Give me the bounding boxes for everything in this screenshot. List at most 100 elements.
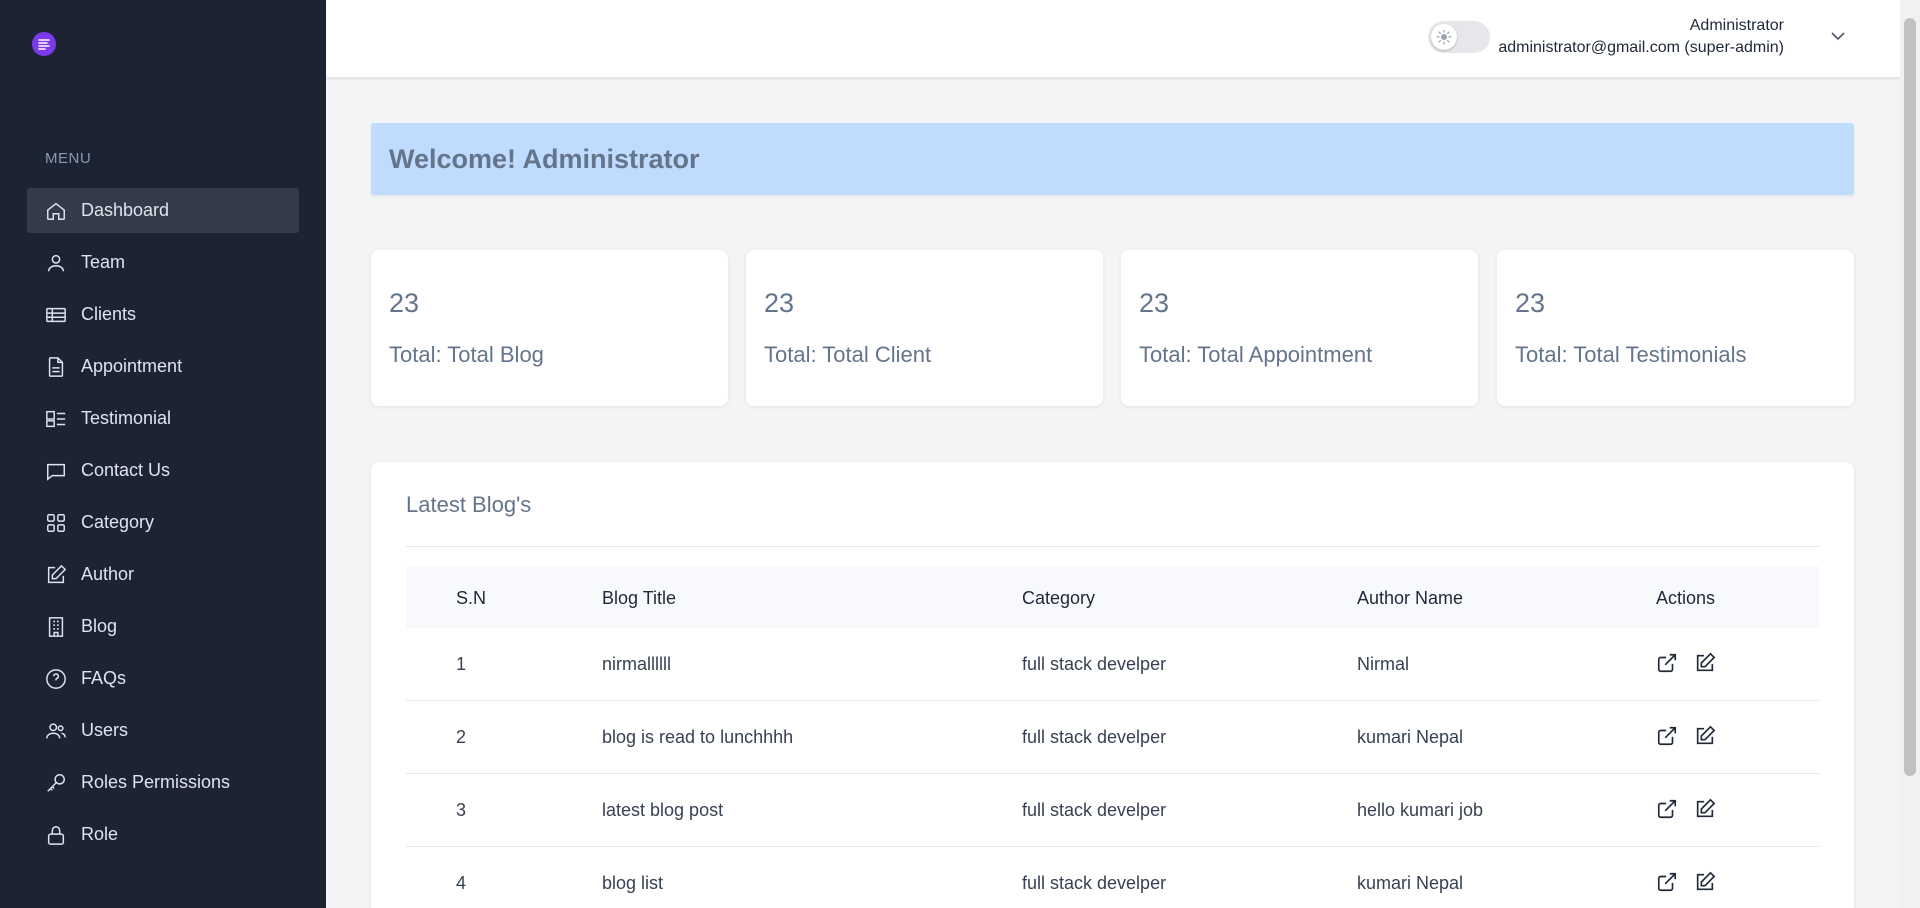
stat-card-appointment: 23 Total: Total Appointment — [1121, 250, 1478, 406]
user-name[interactable]: Administrator — [1690, 17, 1784, 35]
cell-category: full stack develper — [1022, 727, 1167, 747]
sidebar-item-role[interactable]: Role — [27, 812, 299, 857]
grid-icon — [47, 513, 65, 532]
panel-title: Latest Blog's — [406, 492, 532, 517]
cell-author: Nirmal — [1357, 654, 1409, 674]
sidebar-item-label: FAQs — [81, 668, 127, 688]
stat-label: Total: Total Client — [764, 342, 932, 367]
stat-label: Total: Total Blog — [389, 342, 544, 367]
user-icon — [47, 254, 65, 271]
chat-icon — [47, 463, 65, 481]
cell-category: full stack develper — [1022, 873, 1167, 893]
lock-icon — [47, 825, 65, 845]
sidebar-item-label: Contact Us — [81, 460, 171, 480]
chevron-down-icon[interactable] — [1828, 26, 1848, 46]
latest-blogs-panel: Latest Blog's S.N Blog Title Category Au… — [371, 462, 1854, 908]
sun-icon — [1436, 29, 1452, 45]
sidebar: MENU Dashboard Team Clients Appointment … — [0, 0, 326, 908]
stat-card-client: 23 Total: Total Client — [746, 250, 1103, 406]
sidebar-item-faqs[interactable]: FAQs — [27, 656, 299, 701]
open-external-icon[interactable] — [1656, 871, 1678, 893]
table-header: S.N Blog Title Category Author Name Acti… — [406, 566, 1819, 628]
table-row: 2 blog is read to lunchhhh full stack de… — [406, 701, 1819, 774]
cell-author: kumari Nepal — [1357, 727, 1464, 747]
toggle-knob — [1431, 24, 1457, 50]
column-header-sn: S.N — [456, 588, 487, 608]
sidebar-item-dashboard[interactable]: Dashboard — [27, 188, 299, 233]
sidebar-item-blog[interactable]: Blog — [27, 604, 299, 649]
cell-category: full stack develper — [1022, 800, 1167, 820]
sidebar-item-category[interactable]: Category — [27, 500, 299, 545]
stat-value: 23 — [764, 288, 795, 318]
theme-toggle[interactable] — [1428, 21, 1490, 53]
edit-icon — [47, 564, 67, 583]
sidebar-item-roles-permissions[interactable]: Roles Permissions — [27, 760, 299, 805]
sidebar-item-label: Roles Permissions — [81, 772, 231, 792]
cell-category: full stack develper — [1022, 654, 1167, 674]
sidebar-item-users[interactable]: Users — [27, 708, 299, 753]
cell-title: blog is read to lunchhhh — [602, 727, 794, 747]
stat-card-testimonials: 23 Total: Total Testimonials — [1497, 250, 1854, 406]
sidebar-item-label: Clients — [81, 304, 137, 324]
cell-title: blog list — [602, 873, 664, 893]
welcome-title: Welcome! Administrator — [389, 144, 700, 174]
stat-label: Total: Total Testimonials — [1515, 342, 1747, 367]
stat-card-blog: 23 Total: Total Blog — [371, 250, 728, 406]
building-icon — [48, 616, 64, 637]
sidebar-item-appointment[interactable]: Appointment — [27, 344, 299, 389]
column-header-title: Blog Title — [602, 588, 677, 608]
sidebar-item-label: Blog — [81, 616, 118, 636]
column-header-actions: Actions — [1656, 588, 1716, 608]
sidebar-item-label: Author — [81, 564, 135, 584]
cell-author: hello kumari job — [1357, 800, 1484, 820]
page-scrollbar[interactable] — [1900, 0, 1920, 908]
open-external-icon[interactable] — [1656, 798, 1678, 820]
column-header-author: Author Name — [1357, 588, 1464, 608]
logo-lines-icon — [38, 39, 50, 50]
sidebar-item-label: Category — [81, 512, 155, 532]
cell-sn: 3 — [456, 800, 467, 820]
cell-sn: 4 — [456, 873, 467, 893]
key-icon — [47, 773, 65, 792]
cell-title: latest blog post — [602, 800, 724, 820]
table-row: 3 latest blog post full stack develper h… — [406, 774, 1819, 847]
user-email[interactable]: administrator@gmail.com (super-admin) — [1498, 39, 1784, 57]
table-row: 1 nirmallllll full stack develper Nirmal — [406, 628, 1819, 701]
top-header: Administrator administrator@gmail.com (s… — [326, 0, 1900, 78]
divider — [406, 546, 1819, 547]
cell-sn: 2 — [456, 727, 467, 747]
edit-icon[interactable] — [1694, 725, 1716, 747]
stat-value: 23 — [389, 288, 420, 318]
open-external-icon[interactable] — [1656, 725, 1678, 747]
column-header-category: Category — [1022, 588, 1096, 608]
sidebar-item-author[interactable]: Author — [27, 552, 299, 597]
menu-title: MENU — [45, 150, 92, 167]
sidebar-item-testimonial[interactable]: Testimonial — [27, 396, 299, 441]
table-icon — [46, 307, 66, 322]
stat-value: 23 — [1139, 288, 1170, 318]
sidebar-item-label: Role — [81, 824, 119, 844]
welcome-banner: Welcome! Administrator — [371, 123, 1854, 195]
scrollbar-thumb[interactable] — [1904, 18, 1916, 776]
layout-icon — [46, 410, 66, 427]
sidebar-item-contact-us[interactable]: Contact Us — [27, 448, 299, 493]
sidebar-item-label: Appointment — [81, 356, 183, 376]
sidebar-item-team[interactable]: Team — [27, 240, 299, 285]
users-icon — [46, 722, 66, 738]
stat-label: Total: Total Appointment — [1139, 342, 1373, 367]
sidebar-nav: Dashboard Team Clients Appointment Testi… — [27, 188, 299, 864]
question-icon — [46, 668, 66, 689]
home-icon — [47, 202, 65, 220]
edit-icon[interactable] — [1694, 798, 1716, 820]
app-logo-icon[interactable] — [32, 32, 56, 56]
edit-icon[interactable] — [1694, 871, 1716, 893]
sidebar-item-label: Team — [81, 252, 126, 272]
edit-icon[interactable] — [1694, 652, 1716, 674]
sidebar-item-clients[interactable]: Clients — [27, 292, 299, 337]
document-icon — [48, 356, 64, 377]
stat-value: 23 — [1515, 288, 1546, 318]
cell-sn: 1 — [456, 654, 467, 674]
table-row: 4 blog list full stack develper kumari N… — [406, 847, 1819, 908]
open-external-icon[interactable] — [1656, 652, 1678, 674]
sidebar-item-label: Users — [81, 720, 129, 740]
